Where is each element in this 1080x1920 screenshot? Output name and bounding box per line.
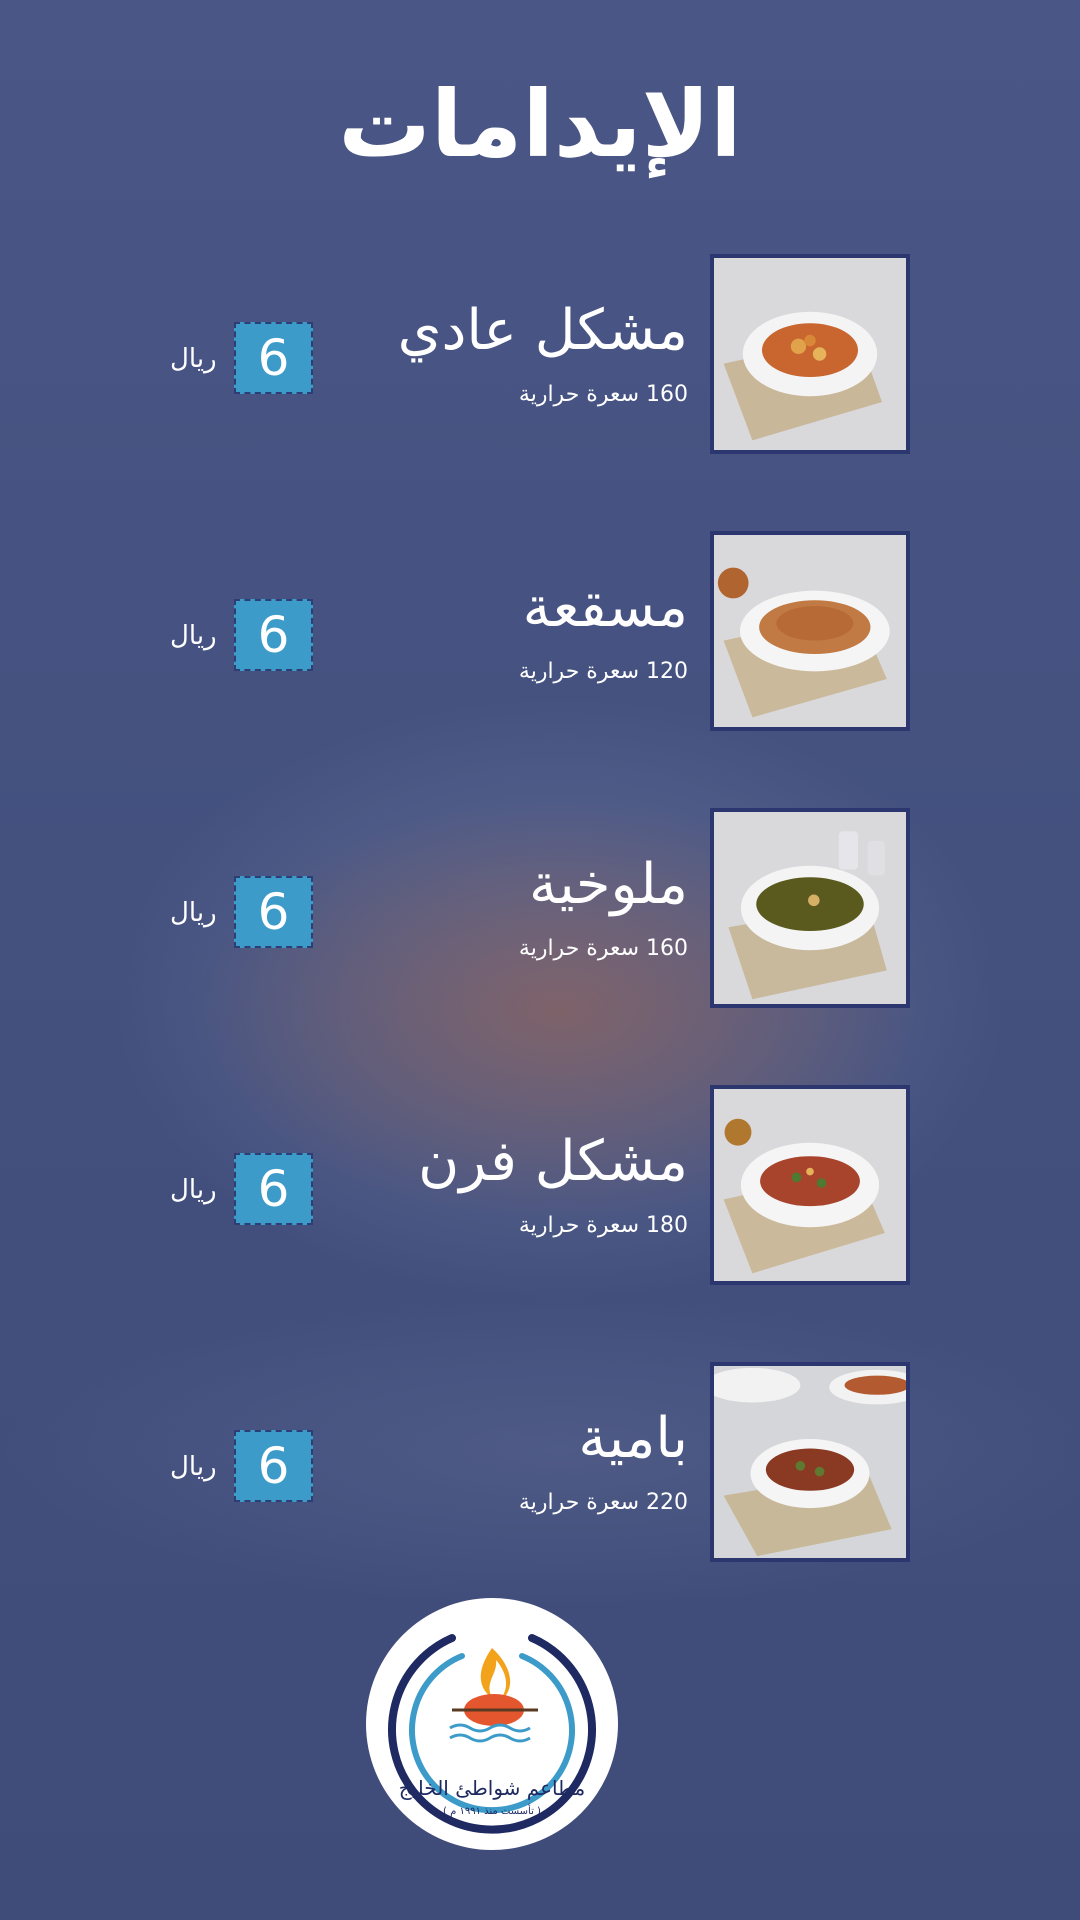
currency-label: ريال [170,898,217,928]
dish-photo [710,254,910,454]
item-name: مسقعة [522,575,688,640]
item-calories: 160 سعرة حرارية [518,382,688,407]
menu-item[interactable]: مشكل عادي 160 سعرة حرارية 6 ريال [0,254,1080,454]
price-badge: 6 [234,322,313,394]
logo-tagline: ( تأسست منذ ١٩٩١ م ) [443,1806,541,1817]
price-badge: 6 [234,876,313,948]
logo-name: مطاعم شواطئ الخليج [398,1776,586,1800]
menu-item[interactable]: بامية 220 سعرة حرارية 6 ريال [0,1362,1080,1562]
dish-photo [710,531,910,731]
dish-photo [710,1085,910,1285]
item-name: مشكل عادي [397,298,688,363]
item-calories: 120 سعرة حرارية [518,659,688,684]
dish-photo [710,1362,910,1562]
price-badge: 6 [234,1430,313,1502]
price-badge: 6 [234,599,313,671]
currency-label: ريال [170,621,217,651]
item-calories: 220 سعرة حرارية [518,1490,688,1515]
item-name: مشكل فرن [418,1129,688,1194]
item-name: ملوخية [528,852,688,917]
menu-item[interactable]: مسقعة 120 سعرة حرارية 6 ريال [0,531,1080,731]
currency-label: ريال [170,1452,217,1482]
page-title: الإيدامات [338,71,742,178]
menu-item[interactable]: ملوخية 160 سعرة حرارية 6 ريال [0,808,1080,1008]
item-calories: 180 سعرة حرارية [518,1213,688,1238]
item-name: بامية [578,1406,688,1471]
currency-label: ريال [170,1175,217,1205]
menu-item[interactable]: مشكل فرن 180 سعرة حرارية 6 ريال [0,1085,1080,1285]
item-calories: 160 سعرة حرارية [518,936,688,961]
dish-photo [710,808,910,1008]
currency-label: ريال [170,344,217,374]
restaurant-logo: مطاعم شواطئ الخليج ( تأسست منذ ١٩٩١ م ) [366,1598,618,1850]
price-badge: 6 [234,1153,313,1225]
